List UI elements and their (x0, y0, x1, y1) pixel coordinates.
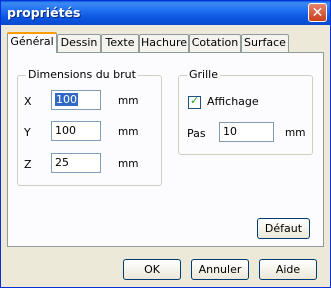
aide-button[interactable]: Aide (259, 259, 317, 280)
ok-button[interactable]: OK (123, 259, 181, 280)
tab-general[interactable]: Général (7, 32, 57, 53)
grille-group: Grille Affichage Pas 10 mm (178, 68, 313, 155)
y-unit: mm (118, 126, 139, 138)
x-unit: mm (118, 95, 139, 107)
pas-unit: mm (285, 127, 306, 139)
properties-dialog: propriétés ✕ Général Dessin Texte Hachur… (0, 0, 331, 288)
pas-input[interactable]: 10 (219, 122, 274, 142)
defaut-button[interactable]: Défaut (257, 218, 310, 239)
pas-label: Pas (187, 127, 206, 140)
annuler-button[interactable]: Annuler (191, 259, 249, 280)
y-input[interactable]: 100 (51, 121, 101, 141)
pas-value: 10 (223, 125, 237, 138)
z-label: Z (24, 158, 32, 171)
tab-panel-general: Dimensions du brut X 100 mm Y 100 mm Z 2… (7, 52, 324, 247)
y-label: Y (24, 126, 31, 139)
close-button[interactable]: ✕ (308, 3, 327, 22)
title-bar[interactable]: propriétés ✕ (1, 1, 330, 25)
dimensions-legend: Dimensions du brut (26, 68, 138, 81)
z-unit: mm (118, 158, 139, 170)
z-value: 25 (55, 156, 69, 169)
close-icon: ✕ (311, 5, 324, 21)
x-input[interactable]: 100 (51, 90, 101, 110)
z-input[interactable]: 25 (51, 153, 101, 173)
tab-dessin[interactable]: Dessin (57, 34, 101, 52)
x-value: 100 (55, 93, 78, 106)
tab-surface[interactable]: Surface (241, 34, 289, 52)
y-value: 100 (55, 124, 76, 137)
tab-texte[interactable]: Texte (101, 34, 139, 52)
dimensions-group: Dimensions du brut X 100 mm Y 100 mm Z 2… (17, 68, 162, 186)
tab-hachure[interactable]: Hachure (139, 34, 189, 52)
window-title: propriétés (7, 5, 81, 20)
x-label: X (24, 95, 32, 108)
tab-cotation[interactable]: Cotation (189, 34, 241, 52)
affichage-label[interactable]: Affichage (207, 95, 259, 108)
affichage-checkbox[interactable] (188, 94, 201, 109)
grille-legend: Grille (187, 68, 220, 81)
